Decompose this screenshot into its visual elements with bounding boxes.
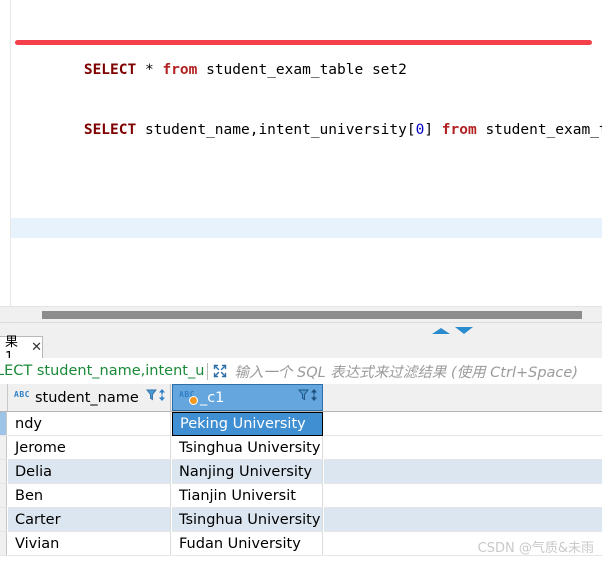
row-header-cell[interactable] [0,484,7,508]
table-cell[interactable]: Nanjing University [172,460,323,484]
row-header-cell[interactable] [0,508,7,532]
triangle-up-icon[interactable] [432,328,450,334]
triangle-down-icon[interactable] [455,327,473,334]
table-row[interactable]: Carter Tsinghua University [0,508,602,532]
table-row[interactable]: Ben Tianjin Universit [0,484,602,508]
cell-text: Tsinghua University [179,439,321,456]
sort-updown-icon[interactable] [310,388,318,407]
column-header-tools [146,388,166,407]
column-header-c1[interactable]: ABC _c1 [172,384,323,411]
column-header-label: student_name [34,389,139,406]
code-text-1b: student_exam_table set2 [197,62,407,78]
cell-text: Jerome [15,439,66,456]
table-cell[interactable]: ndy [8,412,171,436]
table-cell[interactable]: Ben [8,484,171,508]
keyword-select-2: SELECT [83,122,137,138]
grid-header-row: ABC student_name ABC _c1 [0,384,602,412]
table-cell-empty[interactable] [324,508,602,532]
keyword-from-1: from [162,62,198,78]
table-row[interactable]: Delia Nanjing University [0,460,602,484]
result-filter-bar[interactable]: LECT student_name,intent_u 输入一个 SQL 表达式来… [0,358,602,385]
code-text-2a: student_name,intent_university[ [136,122,416,138]
table-cell-empty[interactable] [324,436,602,460]
sql-client-window: SELECT * from student_exam_table set2 SE… [0,0,602,561]
grid-corner-cell[interactable] [0,384,8,411]
filter-separator [207,362,209,380]
table-cell-empty[interactable] [324,460,602,484]
table-cell[interactable]: Tsinghua University [172,508,323,532]
row-header-cell[interactable] [0,412,7,436]
keyword-select-1: SELECT [83,62,137,78]
cell-text: Ben [15,487,44,504]
filter-input-placeholder[interactable]: 输入一个 SQL 表达式来过滤结果 (使用 Ctrl+Space) [234,361,578,382]
array-indicator-dot [188,395,198,405]
cell-text: Carter [15,511,61,528]
table-cell[interactable]: Delia [8,460,171,484]
row-header-cell[interactable] [0,436,7,460]
scrollbar-thumb[interactable] [42,311,582,319]
column-header-label: _c1 [199,389,225,406]
filter-sql-text: LECT student_name,intent_u [0,363,205,379]
sql-editor[interactable]: SELECT * from student_exam_table set2 SE… [0,0,602,306]
error-underline [15,40,592,45]
editor-current-line-highlight [11,218,602,238]
abc-array-icon: ABC [179,390,198,405]
expand-fullscreen-icon[interactable] [212,363,228,379]
tab-result-1[interactable]: 果 1 ✕ [0,335,43,365]
table-cell[interactable]: Fudan University [172,532,323,556]
column-header-tools [298,388,318,407]
code-text-2b: ] [424,122,442,138]
table-cell[interactable]: Tsinghua University [172,436,323,460]
cell-text: Vivian [15,535,60,552]
cell-text: ndy [15,415,42,432]
sort-updown-icon[interactable] [158,388,166,407]
table-cell[interactable]: Jerome [8,436,171,460]
table-row[interactable]: ndy Peking University [0,412,602,436]
cell-text: Tsinghua University [179,511,321,528]
abc-icon: ABC [14,389,30,399]
editor-line-gutter [0,0,11,306]
table-cell[interactable]: Peking University [172,412,323,436]
table-row[interactable]: Jerome Tsinghua University [0,436,602,460]
row-header-cell[interactable] [0,460,7,484]
watermark: CSDN @气质&未雨 [477,541,594,556]
editor-horizontal-scrollbar[interactable] [0,306,602,323]
cell-text: Peking University [180,416,306,432]
table-cell-empty[interactable] [324,412,602,436]
result-tab-strip: 果 1 ✕ [0,335,602,365]
filter-funnel-icon[interactable] [146,388,157,407]
row-header-cell[interactable] [0,532,7,556]
code-line-2: SELECT student_name,intent_university[0]… [11,100,602,138]
close-icon[interactable]: ✕ [31,340,42,355]
cell-text: Nanjing University [179,463,313,480]
editor-code-area[interactable]: SELECT * from student_exam_table set2 SE… [11,0,602,160]
cell-text: Tianjin Universit [179,487,296,504]
table-cell[interactable]: Carter [8,508,171,532]
table-cell[interactable]: Vivian [8,532,171,556]
keyword-from-2: from [441,122,477,138]
table-cell[interactable]: Tianjin Universit [172,484,323,508]
code-text-1a: * [136,62,163,78]
table-cell-empty[interactable] [324,484,602,508]
filter-funnel-icon[interactable] [298,388,309,407]
column-header-student-name[interactable]: ABC student_name [8,384,171,411]
result-grid[interactable]: ABC student_name ABC _c1 ndy Peking Univ… [0,384,602,561]
code-text-2c: student_exam_table [485,122,602,138]
cell-text: Fudan University [179,535,301,552]
cell-text: Delia [15,463,53,480]
